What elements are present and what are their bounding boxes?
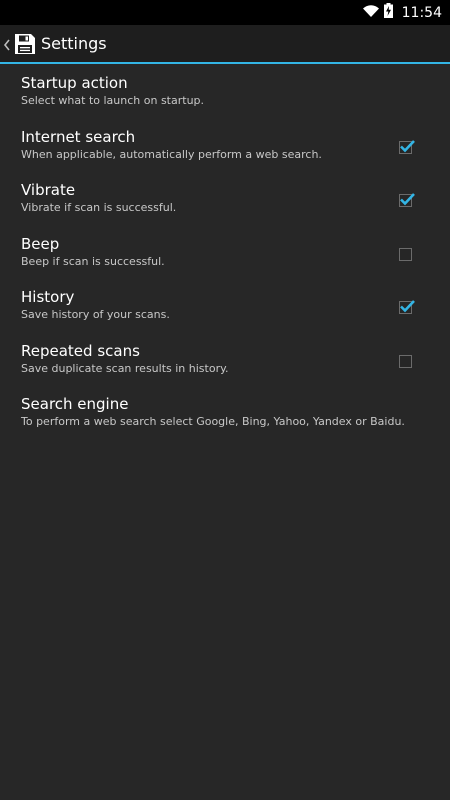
floppy-disk-icon bbox=[14, 33, 36, 55]
pref-summary: Beep if scan is successful. bbox=[21, 254, 165, 268]
internet-search-checkbox[interactable] bbox=[398, 138, 416, 156]
status-bar: 11:54 bbox=[0, 0, 450, 25]
pref-beep[interactable]: Beep Beep if scan is successful. bbox=[0, 227, 450, 281]
status-time: 11:54 bbox=[401, 4, 442, 21]
pref-startup-action[interactable]: Startup action Select what to launch on … bbox=[0, 66, 450, 120]
pref-title: Repeated scans bbox=[21, 341, 140, 360]
chevron-left-icon bbox=[2, 37, 12, 51]
pref-title: Internet search bbox=[21, 127, 136, 146]
checkmark-icon bbox=[400, 139, 415, 152]
pref-summary: When applicable, automatically perform a… bbox=[21, 147, 322, 161]
pref-internet-search[interactable]: Internet search When applicable, automat… bbox=[0, 120, 450, 174]
checkbox-box bbox=[399, 247, 412, 261]
pref-repeated-scans[interactable]: Repeated scans Save duplicate scan resul… bbox=[0, 334, 450, 388]
settings-list: Startup action Select what to launch on … bbox=[0, 66, 450, 441]
vibrate-checkbox[interactable] bbox=[398, 191, 416, 209]
pref-summary: Select what to launch on startup. bbox=[21, 94, 205, 107]
wifi-icon bbox=[362, 3, 379, 22]
pref-title: History bbox=[21, 288, 75, 306]
up-navigation-button[interactable] bbox=[2, 25, 36, 62]
pref-title: Vibrate bbox=[21, 181, 76, 199]
pref-search-engine[interactable]: Search engine To perform a web search se… bbox=[0, 387, 450, 441]
pref-summary: Save history of your scans. bbox=[21, 308, 170, 321]
page-title: Settings bbox=[41, 34, 107, 53]
status-icons: 11:54 bbox=[362, 0, 442, 25]
pref-title: Search engine bbox=[21, 395, 129, 413]
beep-checkbox[interactable] bbox=[398, 245, 416, 263]
checkbox-box bbox=[399, 354, 412, 368]
repeated-scans-checkbox[interactable] bbox=[398, 352, 416, 370]
pref-summary: To perform a web search select Google, B… bbox=[21, 415, 405, 428]
pref-summary: Save duplicate scan results in history. bbox=[21, 361, 229, 375]
pref-title: Beep bbox=[21, 234, 60, 253]
action-bar: Settings bbox=[0, 25, 450, 62]
pref-title: Startup action bbox=[21, 74, 128, 92]
history-checkbox[interactable] bbox=[398, 298, 416, 316]
pref-vibrate[interactable]: Vibrate Vibrate if scan is successful. bbox=[0, 173, 450, 227]
action-bar-divider bbox=[0, 62, 450, 64]
checkmark-icon bbox=[400, 193, 415, 206]
pref-summary: Vibrate if scan is successful. bbox=[21, 201, 177, 214]
battery-charging-icon bbox=[383, 3, 393, 22]
pref-history[interactable]: History Save history of your scans. bbox=[0, 280, 450, 334]
checkmark-icon bbox=[400, 300, 415, 313]
